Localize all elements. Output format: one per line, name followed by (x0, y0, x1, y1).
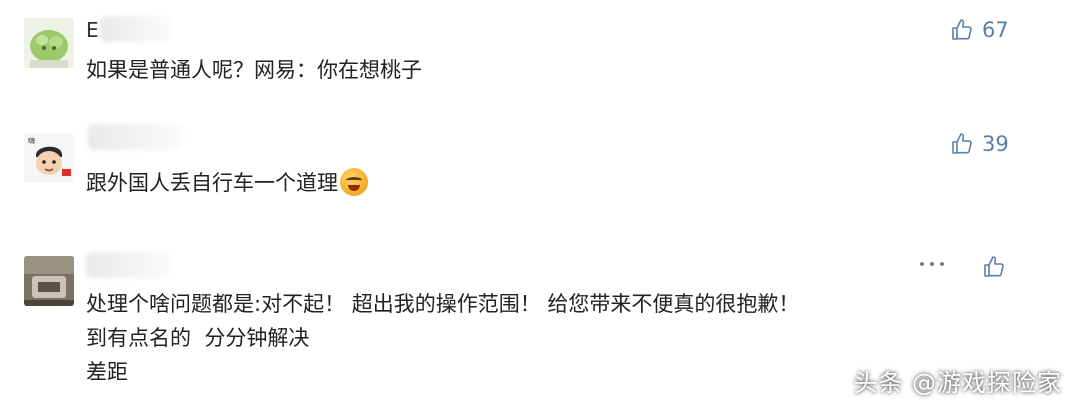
more-options-icon[interactable] (920, 262, 944, 266)
username-blurred[interactable] (100, 16, 170, 42)
comment-text-line: 差距 (86, 360, 128, 384)
username-blurred[interactable] (86, 252, 171, 278)
comment-text-line: 处理个啥问题都是:对不起！ 超出我的操作范围！ 给您带来不便真的很抱歉！ (86, 292, 800, 316)
comment-item: 嗨 跟外国人丢自行车一个道理 39 (0, 110, 1080, 220)
comment-item: E 如果是普通人呢？网易：你在想桃子 67 (0, 0, 1080, 110)
like-button[interactable] (982, 255, 1006, 279)
like-count: 39 (982, 132, 1009, 156)
grimace-emoji-icon (340, 168, 368, 196)
thumbs-up-icon (950, 18, 974, 42)
thumbs-up-icon (982, 255, 1006, 279)
thumbs-up-icon (950, 132, 974, 156)
comment-text: 跟外国人丢自行车一个道理 (86, 167, 368, 200)
comment-text-content: 跟外国人丢自行车一个道理 (86, 171, 338, 195)
comment-text: 如果是普通人呢？网易：你在想桃子 (86, 58, 422, 82)
user-avatar[interactable] (24, 256, 74, 306)
user-avatar[interactable]: 嗨 (24, 133, 74, 183)
username-fragment: E (86, 18, 99, 42)
username-blurred[interactable] (88, 124, 183, 150)
like-button[interactable]: 67 (950, 18, 1009, 42)
watermark: 头条 @游戏探险家 (853, 369, 1062, 397)
user-avatar[interactable] (24, 18, 74, 68)
like-count: 67 (982, 18, 1009, 42)
svg-text:嗨: 嗨 (28, 136, 35, 145)
like-button[interactable]: 39 (950, 132, 1009, 156)
comment-text-line: 到有点名的 分分钟解决 (86, 326, 310, 350)
